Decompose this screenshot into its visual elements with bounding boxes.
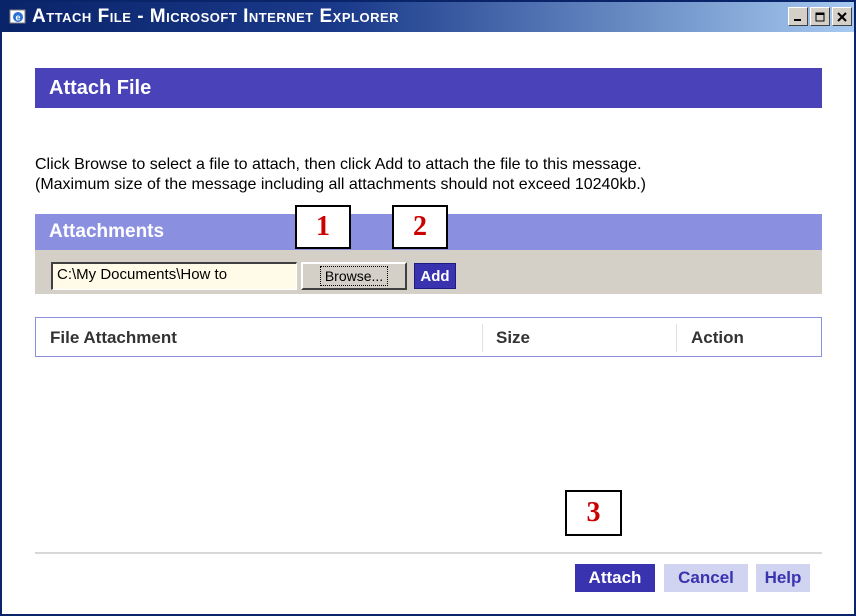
cancel-button[interactable]: Cancel (664, 564, 748, 592)
window-controls (786, 7, 852, 26)
file-path-input[interactable]: C:\My Documents\How to (51, 262, 297, 290)
attachments-table-header: File Attachment Size Action (35, 317, 822, 357)
step-callout-3: 3 (565, 490, 622, 536)
instruction-line-2: (Maximum size of the message including a… (35, 176, 646, 193)
footer-divider (35, 552, 822, 554)
column-divider (676, 324, 677, 352)
step-callout-2: 2 (392, 205, 448, 249)
attachments-heading: Attachments (49, 221, 165, 242)
close-icon (837, 11, 847, 22)
maximize-button[interactable] (810, 7, 830, 26)
column-action: Action (691, 328, 744, 347)
window-title: Attach File - Microsoft Internet Explore… (32, 6, 400, 27)
help-button[interactable]: Help (756, 564, 810, 592)
column-divider (482, 324, 483, 352)
svg-text:e: e (15, 13, 20, 23)
close-button[interactable] (832, 7, 852, 26)
title-bar[interactable]: e Attach File - Microsoft Internet Explo… (2, 2, 854, 32)
browse-button[interactable]: Browse... (301, 262, 407, 290)
maximize-icon (815, 12, 825, 21)
attach-button[interactable]: Attach (575, 564, 655, 592)
minimize-icon (794, 18, 801, 21)
page-title: Attach File (49, 76, 152, 99)
column-file-attachment: File Attachment (50, 328, 177, 347)
step-callout-1: 1 (295, 205, 351, 249)
column-size: Size (496, 328, 531, 347)
page-title-bar: Attach File (35, 68, 822, 108)
add-button[interactable]: Add (414, 263, 456, 289)
internet-explorer-icon: e (8, 7, 28, 27)
minimize-button[interactable] (788, 7, 808, 26)
instruction-line-1: Click Browse to select a file to attach,… (35, 156, 642, 173)
browser-window: e Attach File - Microsoft Internet Explo… (0, 0, 856, 616)
browse-button-label: Browse... (319, 266, 389, 286)
instructions: Click Browse to select a file to attach,… (35, 155, 835, 195)
